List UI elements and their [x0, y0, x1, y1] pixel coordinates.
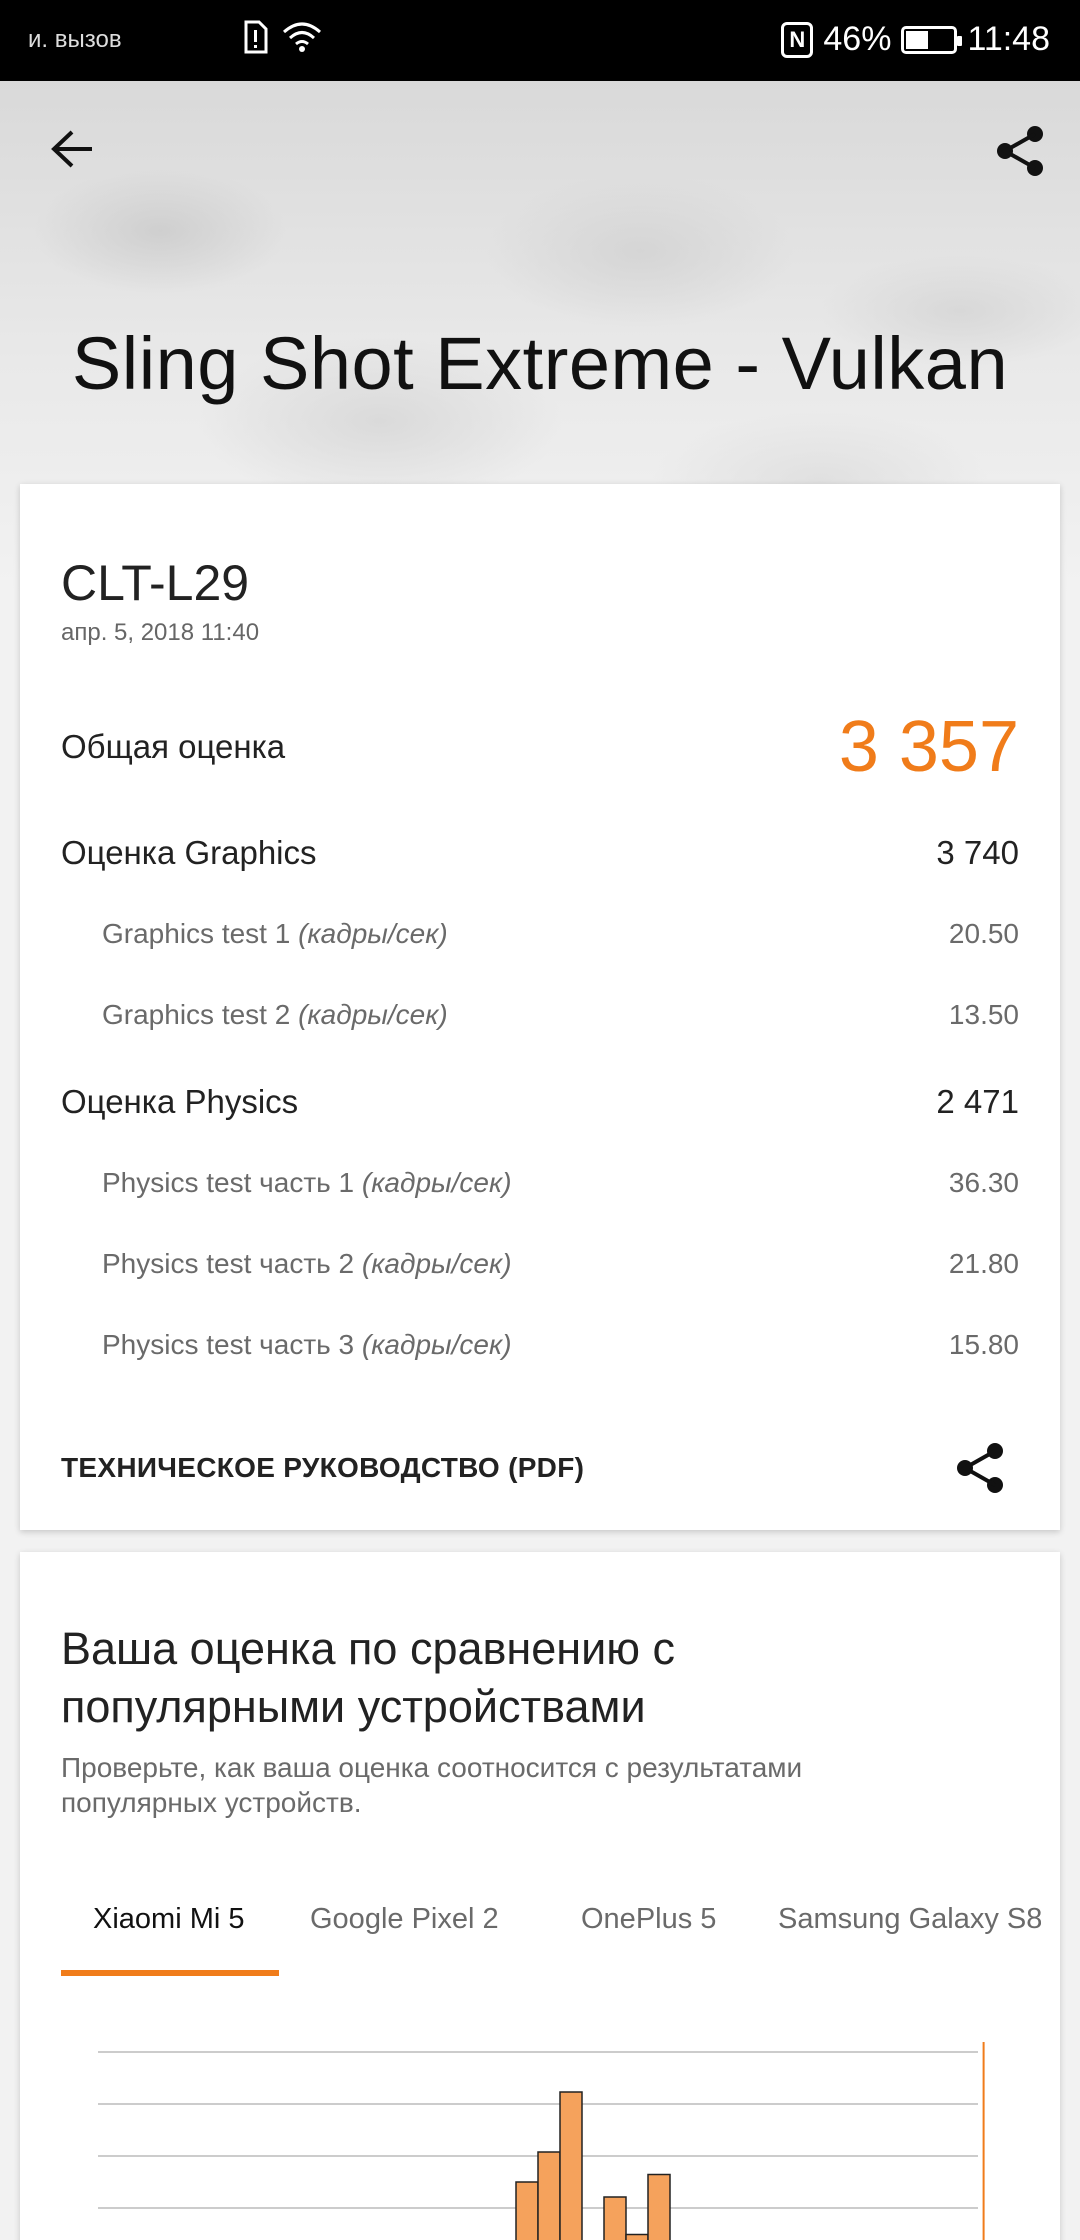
test-value: 36.30: [948, 1167, 1019, 1198]
carrier-status: и. вызов: [28, 26, 122, 54]
score-distribution-chart: [98, 2042, 985, 2240]
chart-bar: [537, 2151, 561, 2240]
device-name: CLT-L29: [61, 555, 250, 611]
test-unit: (кадры/сек): [361, 1248, 512, 1279]
physics-test-row: Physics test часть 3 (кадры/сек) 15.80: [102, 1329, 1019, 1361]
test-unit: (кадры/сек): [298, 999, 448, 1030]
page-title: Sling Shot Extreme - Vulkan: [71, 322, 1009, 405]
test-label: Physics test часть 1 (кадры/сек): [102, 1167, 512, 1199]
result-date: апр. 5, 2018 11:40: [61, 619, 260, 646]
carrier-text: вызов: [54, 26, 122, 53]
arrow-left-icon: [51, 130, 92, 168]
test-value: 13.50: [948, 999, 1019, 1030]
physics-score-value: 2 471: [936, 1083, 1019, 1120]
test-value: 15.80: [948, 1329, 1019, 1360]
comparison-title: Ваша оценка по сравнению с популярными у…: [61, 1623, 676, 1732]
test-label: Graphics test 2 (кадры/сек): [102, 999, 448, 1031]
status-right: N 46% 11:48: [781, 20, 1050, 59]
graphics-score-row: Оценка Graphics 3 740: [61, 834, 1019, 872]
test-name: Physics test часть 2: [102, 1248, 355, 1279]
overall-score-label: Общая оценка: [61, 728, 286, 765]
share-icon: [957, 1443, 1003, 1493]
test-value: 21.80: [948, 1248, 1019, 1279]
tab-google-pixel-2[interactable]: Google Pixel 2: [310, 1894, 499, 1976]
test-label: Physics test часть 3 (кадры/сек): [102, 1329, 512, 1361]
sim-alert-icon: [242, 20, 268, 59]
carrier-prefix: и.: [28, 26, 49, 53]
test-name: Physics test часть 3: [102, 1329, 355, 1360]
result-card: CLT-L29 апр. 5, 2018 11:40 Общая оценка …: [20, 484, 1060, 1530]
comparison-card: Ваша оценка по сравнению с популярными у…: [20, 1552, 1060, 2240]
back-button[interactable]: [40, 117, 104, 181]
chart-bar: [625, 2233, 649, 2240]
test-label: Physics test часть 2 (кадры/сек): [102, 1248, 512, 1280]
chart-bar: [647, 2173, 671, 2240]
wifi-icon: [282, 20, 322, 59]
graphics-score-value: 3 740: [936, 834, 1019, 871]
clock: 11:48: [967, 20, 1050, 58]
tab-samsung-galaxy-s8[interactable]: Samsung Galaxy S8: [778, 1894, 1041, 1976]
battery-level: [906, 30, 928, 49]
test-name: Physics test часть 1: [102, 1167, 355, 1198]
device-tabs: Xiaomi Mi 5 Google Pixel 2 OnePlus 5 Sam…: [61, 1894, 1041, 1976]
physics-test-row: Physics test часть 1 (кадры/сек) 36.30: [102, 1167, 1019, 1199]
chart-bar: [603, 2196, 627, 2240]
status-icons: [242, 20, 322, 59]
chart-bar: [515, 2181, 539, 2240]
status-bar: и. вызов N 46% 11:48: [0, 0, 1080, 81]
tab-xiaomi-mi-5[interactable]: Xiaomi Mi 5: [93, 1894, 245, 1976]
graphics-score-label: Оценка Graphics: [61, 834, 317, 871]
test-unit: (кадры/сек): [361, 1167, 512, 1198]
active-tab-indicator: [61, 1970, 279, 1976]
overall-score-row: Общая оценка 3 357: [61, 706, 1019, 788]
physics-test-row: Physics test часть 2 (кадры/сек) 21.80: [102, 1248, 1019, 1280]
physics-score-row: Оценка Physics 2 471: [61, 1083, 1019, 1121]
tab-oneplus-5[interactable]: OnePlus 5: [581, 1894, 716, 1976]
physics-score-label: Оценка Physics: [61, 1083, 299, 1120]
test-unit: (кадры/сек): [361, 1329, 512, 1360]
overall-score-value: 3 357: [838, 707, 1019, 787]
technical-guide-link[interactable]: ТЕХНИЧЕСКОЕ РУКОВОДСТВО (PDF): [61, 1452, 584, 1484]
battery-percent: 46%: [823, 20, 892, 58]
test-unit: (кадры/сек): [298, 918, 448, 949]
chart-bar: [559, 2091, 583, 2240]
share-icon: [997, 126, 1043, 176]
share-result-button[interactable]: [950, 1438, 1010, 1498]
graphics-test-row: Graphics test 2 (кадры/сек) 13.50: [102, 999, 1019, 1031]
test-value: 20.50: [948, 918, 1019, 949]
comparison-description: Проверьте, как ваша оценка соотносится с…: [61, 1752, 803, 1818]
nfc-icon: N: [781, 21, 814, 58]
test-name: Graphics test 1: [102, 918, 291, 949]
test-name: Graphics test 2: [102, 999, 291, 1030]
share-button[interactable]: [988, 119, 1052, 183]
graphics-test-row: Graphics test 1 (кадры/сек) 20.50: [102, 918, 1019, 950]
battery-icon: [901, 25, 963, 54]
test-label: Graphics test 1 (кадры/сек): [102, 918, 448, 950]
